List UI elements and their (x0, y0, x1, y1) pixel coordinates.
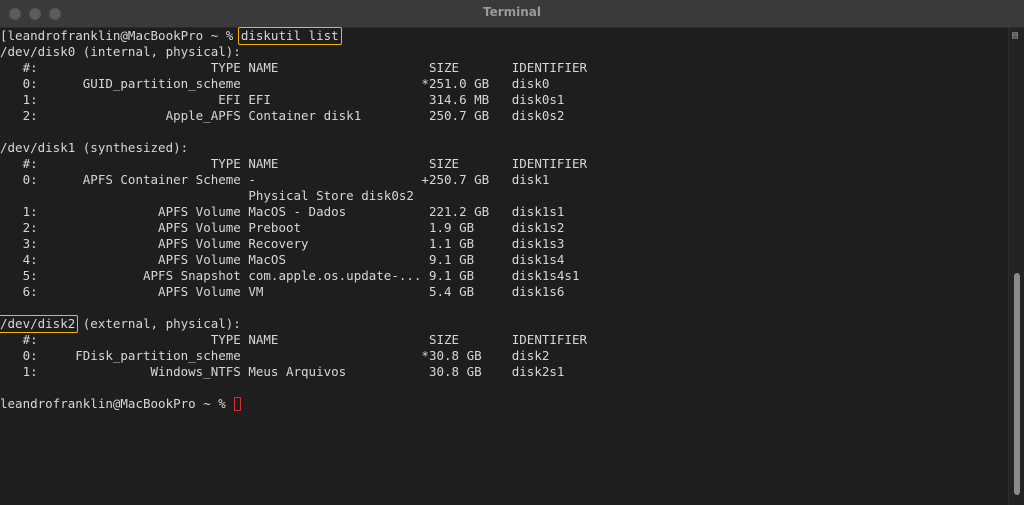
terminal-output[interactable]: [leandrofranklin@MacBookPro ~ % diskutil… (0, 27, 1008, 505)
terminal-window: Terminal [leandrofranklin@MacBookPro ~ %… (0, 0, 1024, 505)
scrollbar-thumb[interactable] (1014, 273, 1020, 495)
terminal-line: 0: FDisk_partition_scheme *30.8 GB disk2 (0, 348, 550, 363)
terminal-line: /dev/disk0 (internal, physical): (0, 44, 241, 59)
terminal-line: 5: APFS Snapshot com.apple.os.update-...… (0, 268, 580, 283)
terminal-line: 6: APFS Volume VM 5.4 GB disk1s6 (0, 284, 565, 299)
terminal-line: /dev/disk2 (external, physical): (0, 316, 241, 331)
terminal-line: 4: APFS Volume MacOS 9.1 GB disk1s4 (0, 252, 565, 267)
terminal-line: Physical Store disk0s2 (0, 188, 414, 203)
terminal-line: #: TYPE NAME SIZE IDENTIFIER (0, 60, 587, 75)
title-bar[interactable]: Terminal (0, 0, 1024, 28)
terminal-line: 3: APFS Volume Recovery 1.1 GB disk1s3 (0, 236, 565, 251)
vertical-scrollbar[interactable]: ▤ (1008, 28, 1024, 505)
text-cursor (234, 397, 242, 411)
terminal-line: 0: GUID_partition_scheme *251.0 GB disk0 (0, 76, 550, 91)
terminal-line: /dev/disk1 (synthesized): (0, 140, 189, 155)
terminal-line: 2: Apple_APFS Container disk1 250.7 GB d… (0, 108, 565, 123)
terminal-line: #: TYPE NAME SIZE IDENTIFIER (0, 156, 587, 171)
terminal-line: 1: EFI EFI 314.6 MB disk0s1 (0, 92, 565, 107)
window-title: Terminal (482, 5, 542, 19)
scroll-marker-icon: ▤ (1012, 30, 1019, 41)
terminal-line: leandrofranklin@MacBookPro ~ % (0, 396, 234, 411)
terminal-line: [leandrofranklin@MacBookPro ~ % diskutil… (0, 28, 339, 43)
terminal-line: 1: Windows_NTFS Meus Arquivos 30.8 GB di… (0, 364, 565, 379)
terminal-line: 0: APFS Container Scheme - +250.7 GB dis… (0, 172, 550, 187)
terminal-line: 1: APFS Volume MacOS - Dados 221.2 GB di… (0, 204, 565, 219)
terminal-line: #: TYPE NAME SIZE IDENTIFIER (0, 332, 587, 347)
terminal-line: 2: APFS Volume Preboot 1.9 GB disk1s2 (0, 220, 565, 235)
